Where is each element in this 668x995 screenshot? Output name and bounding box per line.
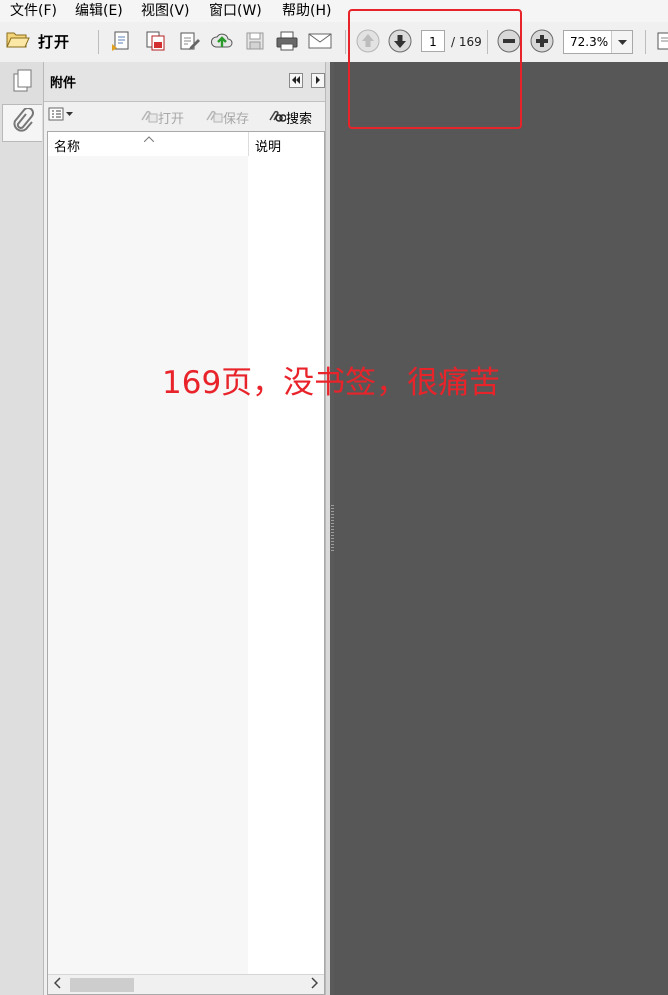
- search-attachments-button[interactable]: 搜索: [268, 107, 312, 127]
- open-button[interactable]: 打开: [6, 28, 86, 54]
- email-button[interactable]: [307, 28, 333, 54]
- upload-button[interactable]: [209, 28, 235, 54]
- zoom-value: 72.3%: [570, 35, 609, 49]
- edit-document-button[interactable]: [176, 28, 202, 54]
- annotation-text: 169页，没书签，很痛苦: [162, 365, 501, 401]
- edit-document-icon: [178, 30, 200, 52]
- column-header-name[interactable]: 名称: [54, 136, 80, 155]
- zoom-in-button[interactable]: [529, 28, 555, 54]
- combine-files-button[interactable]: [142, 28, 168, 54]
- menu-edit[interactable]: 编辑(E): [75, 2, 123, 20]
- folder-icon: [6, 29, 30, 53]
- chevron-down-icon: [617, 35, 627, 50]
- menu-view[interactable]: 视图(V): [141, 2, 190, 20]
- save-attachment-label: 保存: [223, 111, 250, 127]
- attachments-toolbar: 打开 保存 搜索: [44, 102, 330, 130]
- plus-circle-icon: [530, 29, 554, 53]
- envelope-icon: [308, 32, 332, 50]
- attachments-panel-header: 附件: [44, 62, 330, 102]
- zoom-select[interactable]: 72.3%: [563, 30, 633, 54]
- scroll-left-icon[interactable]: [53, 977, 62, 992]
- menu-help[interactable]: 帮助(H): [282, 2, 331, 20]
- toolbar-separator: [345, 30, 346, 54]
- name-column-background: [48, 156, 248, 974]
- navigation-rail: [0, 62, 44, 995]
- panel-options-button[interactable]: [311, 73, 325, 88]
- menu-bar: 文件(F) 编辑(E) 视图(V) 窗口(W) 帮助(H): [0, 0, 668, 22]
- save-attachment-button[interactable]: 保存: [205, 107, 249, 127]
- pages-icon: [11, 69, 33, 97]
- collapse-panel-button[interactable]: [289, 73, 303, 88]
- attachments-list: 名称 说明: [47, 131, 325, 995]
- scrollbar-thumb[interactable]: [70, 978, 134, 992]
- save-attachment-icon: [205, 107, 223, 127]
- document-view[interactable]: [334, 62, 668, 995]
- create-pdf-button[interactable]: [108, 28, 134, 54]
- open-label: 打开: [38, 32, 71, 51]
- highlight-rectangle: [348, 9, 522, 129]
- attachments-button[interactable]: [2, 104, 42, 142]
- menu-window[interactable]: 窗口(W): [209, 2, 262, 20]
- menu-file[interactable]: 文件(F): [10, 2, 57, 20]
- combine-files-icon: [144, 30, 166, 52]
- search-attachment-icon: [268, 107, 287, 127]
- zoom-dropdown-button[interactable]: [611, 31, 632, 53]
- main-toolbar: 打开 1 / 169 72.3%: [0, 22, 668, 63]
- column-divider[interactable]: [248, 132, 249, 156]
- panel-title: 附件: [50, 76, 77, 91]
- double-chevron-left-icon: [291, 73, 301, 88]
- open-attachment-label: 打开: [158, 111, 185, 127]
- floppy-disk-icon: [245, 31, 265, 51]
- search-attachments-label: 搜索: [286, 111, 313, 127]
- list-options-icon: [48, 107, 74, 125]
- toolbar-separator: [98, 30, 99, 54]
- open-attachment-icon: [140, 107, 158, 127]
- attachment-options-button[interactable]: [48, 107, 74, 125]
- sort-ascending-icon: [143, 131, 155, 146]
- create-pdf-icon: [110, 30, 132, 52]
- fit-page-icon: [652, 30, 668, 52]
- printer-icon: [275, 30, 299, 52]
- toolbar-separator: [645, 30, 646, 54]
- scroll-right-icon[interactable]: [310, 977, 319, 992]
- print-button[interactable]: [274, 28, 300, 54]
- cloud-upload-icon: [210, 30, 234, 52]
- open-attachment-button[interactable]: 打开: [140, 107, 184, 127]
- column-header-description[interactable]: 说明: [255, 136, 281, 155]
- paperclip-icon: [12, 107, 34, 138]
- page-thumbnails-button[interactable]: [2, 64, 42, 102]
- chevron-right-icon: [315, 73, 321, 88]
- save-button[interactable]: [242, 28, 268, 54]
- fit-page-button[interactable]: [652, 28, 668, 54]
- horizontal-scrollbar[interactable]: [48, 974, 324, 994]
